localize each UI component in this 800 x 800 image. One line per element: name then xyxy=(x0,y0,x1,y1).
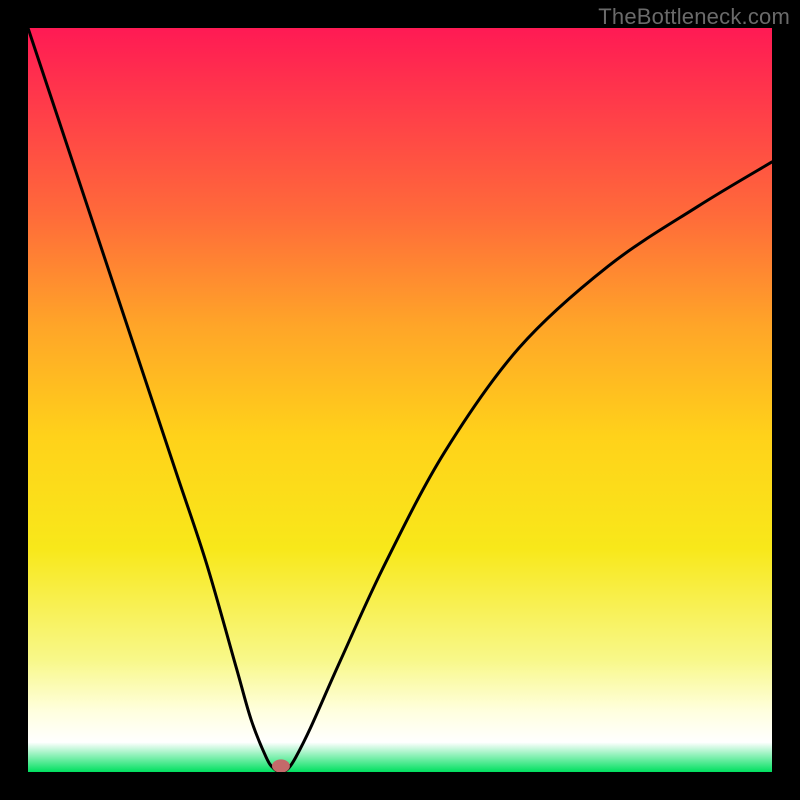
bottleneck-curve xyxy=(28,28,772,772)
minimum-marker xyxy=(272,759,290,772)
curve-svg xyxy=(28,28,772,772)
chart-frame: TheBottleneck.com xyxy=(0,0,800,800)
watermark-text: TheBottleneck.com xyxy=(598,4,790,30)
plot-area xyxy=(28,28,772,772)
